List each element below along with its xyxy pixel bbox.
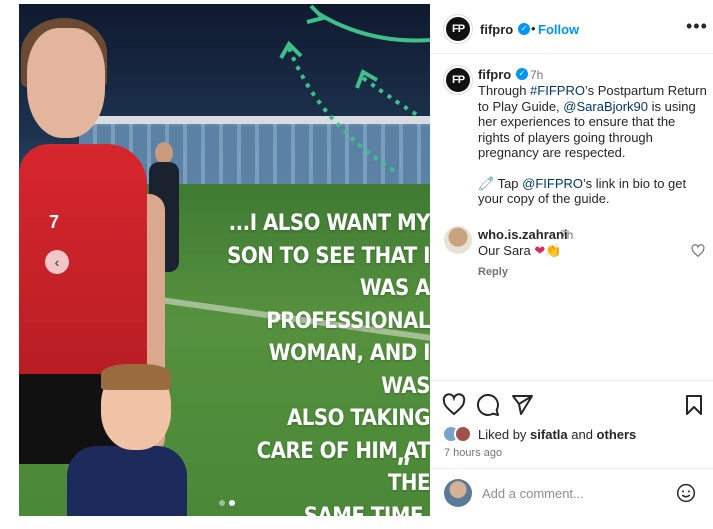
separator-dot: • <box>531 21 536 36</box>
post-media[interactable]: 7 ...I also want my son to see that I wa… <box>19 4 430 516</box>
clap-emoji: 👏 <box>545 243 562 258</box>
mention-link[interactable]: @FIFPRO <box>522 176 583 191</box>
carousel-prev-button[interactable]: ‹ <box>45 250 69 274</box>
post-actions: Liked by sifatla and others 7 hours ago <box>430 380 713 468</box>
quote-line: professional <box>266 308 430 334</box>
quote-line: also taking <box>286 406 430 431</box>
arrow-graphic <box>279 4 430 176</box>
player-shirt <box>19 144 147 394</box>
caption-text-part: Tap <box>494 175 523 191</box>
player-face <box>27 28 105 138</box>
post-timestamp[interactable]: 7 hours ago <box>444 447 502 459</box>
avatar[interactable]: FP <box>444 66 472 94</box>
child-shirt <box>67 446 187 516</box>
caption-username[interactable]: fifpro <box>478 67 511 82</box>
jersey-number: 7 <box>49 212 60 232</box>
post-side-panel: FP fifpro ✓ • Follow ••• FP fifpro ✓ 7h … <box>430 4 713 516</box>
caption-time[interactable]: 7h <box>530 68 543 82</box>
liked-prefix: Liked by <box>478 427 531 442</box>
carousel-dot-active <box>229 500 235 506</box>
quote-line: son to see that I <box>227 243 430 269</box>
quote-line: same time. <box>303 503 430 517</box>
caption-paragraph: 🧷 Tap @FIFPRO’s link in bio to get your … <box>478 176 710 207</box>
emoji-smiley-icon[interactable] <box>676 483 696 503</box>
child-hair <box>101 364 171 390</box>
post-header: FP fifpro ✓ • Follow ••• <box>430 4 713 54</box>
quote-line: woman, and I was <box>268 341 430 399</box>
quote-mark: " <box>395 452 410 485</box>
carousel-dots <box>219 500 235 506</box>
carousel-dot <box>219 500 225 506</box>
liked-user-link[interactable]: sifatla <box>530 427 568 442</box>
comment-icon[interactable] <box>476 393 500 417</box>
follow-button[interactable]: Follow <box>538 22 579 37</box>
caption-paragraph: Through #FIFPRO’s Postpartum Return to P… <box>478 83 710 161</box>
heart-icon[interactable] <box>691 244 705 258</box>
liked-and: and <box>567 427 597 442</box>
liked-others-link[interactable]: others <box>597 427 637 442</box>
verified-badge-icon: ✓ <box>518 23 530 35</box>
like-heart-icon[interactable] <box>442 393 466 417</box>
quote-line: was a <box>359 276 430 301</box>
caption-text: Through #FIFPRO’s Postpartum Return to P… <box>478 83 710 207</box>
safety-pin-emoji: 🧷 <box>478 175 495 191</box>
comment-body: Our Sara <box>478 243 531 258</box>
heart-emoji: ❤ <box>534 243 546 258</box>
hashtag-link[interactable]: #FIFPRO <box>530 83 585 98</box>
add-comment-bar <box>430 468 713 516</box>
account-name[interactable]: fifpro <box>480 22 513 37</box>
quote-line: ...I also want my <box>228 211 430 236</box>
share-icon[interactable] <box>510 393 534 417</box>
reply-button[interactable]: Reply <box>478 266 508 278</box>
avatar[interactable]: FP <box>444 15 472 43</box>
bookmark-icon[interactable] <box>682 393 706 417</box>
mention-link[interactable]: @SaraBjork90 <box>563 99 648 114</box>
liked-by-avatars[interactable] <box>442 425 476 443</box>
avatar[interactable] <box>444 226 472 254</box>
more-options-icon[interactable]: ••• <box>686 16 708 37</box>
avatar <box>444 479 472 507</box>
comment-text: Our Sara ❤👏 <box>478 243 561 259</box>
chevron-left-icon: ‹ <box>54 254 60 270</box>
instagram-post-window: 7 ...I also want my son to see that I wa… <box>0 0 713 529</box>
verified-badge-icon: ✓ <box>516 68 528 80</box>
comment-username[interactable]: who.is.zahrani <box>478 227 568 242</box>
liked-by-text[interactable]: Liked by sifatla and others <box>478 427 636 442</box>
avatar <box>454 425 472 443</box>
caption-text-part: Through <box>478 83 531 98</box>
background-person-head <box>155 142 173 164</box>
comment-time[interactable]: 7h <box>560 228 573 242</box>
comment-input[interactable] <box>482 483 662 503</box>
